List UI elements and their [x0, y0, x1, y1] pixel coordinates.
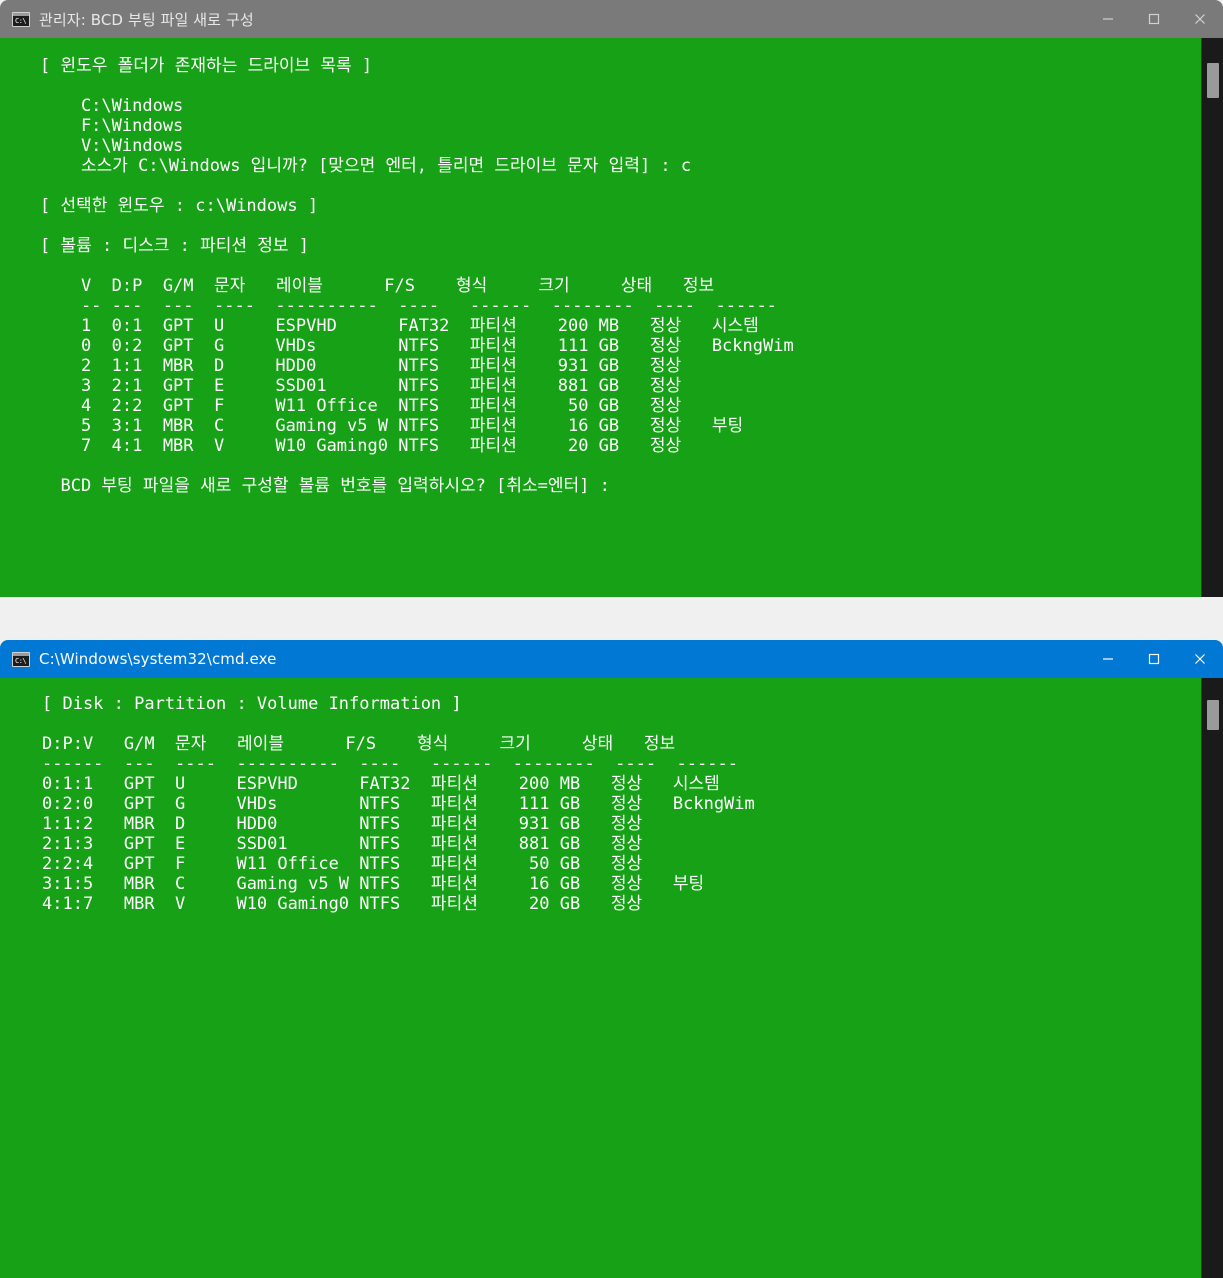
close-button[interactable] — [1177, 640, 1223, 678]
cmd-scrollbar-thumb[interactable] — [1207, 700, 1219, 730]
cmd-window-title: C:\Windows\system32\cmd.exe — [39, 650, 277, 668]
maximize-button[interactable] — [1131, 0, 1177, 38]
admin-console-window[interactable]: 관리자: BCD 부팅 파일 새로 구성 [ 윈도우 폴더가 존재하는 드라 — [0, 0, 1223, 635]
minimize-button[interactable] — [1085, 640, 1131, 678]
admin-scrollbar-thumb[interactable] — [1207, 63, 1219, 98]
cmd-caption-buttons — [1085, 640, 1223, 678]
admin-window-title: 관리자: BCD 부팅 파일 새로 구성 — [39, 10, 254, 29]
cmd-console-window[interactable]: C:\Windows\system32\cmd.exe [ Disk : P — [0, 640, 1223, 1278]
admin-titlebar[interactable]: 관리자: BCD 부팅 파일 새로 구성 — [0, 0, 1223, 38]
cmd-console-icon — [12, 11, 30, 27]
cmd-titlebar[interactable]: C:\Windows\system32\cmd.exe — [0, 640, 1223, 678]
maximize-button[interactable] — [1131, 640, 1177, 678]
admin-console-body[interactable]: [ 윈도우 폴더가 존재하는 드라이브 목록 ] C:\Windows F:\W… — [0, 38, 1223, 635]
cmd-console-output: [ Disk : Partition : Volume Information … — [42, 694, 755, 914]
admin-console-output: [ 윈도우 폴더가 존재하는 드라이브 목록 ] C:\Windows F:\W… — [40, 56, 794, 496]
cmd-scrollbar[interactable] — [1201, 678, 1223, 1278]
cmd-console-body[interactable]: [ Disk : Partition : Volume Information … — [0, 678, 1223, 1278]
desktop-background — [0, 597, 1223, 640]
close-button[interactable] — [1177, 0, 1223, 38]
cmd-console-icon — [12, 651, 30, 667]
admin-caption-buttons — [1085, 0, 1223, 38]
minimize-button[interactable] — [1085, 0, 1131, 38]
admin-scrollbar[interactable] — [1201, 38, 1223, 635]
